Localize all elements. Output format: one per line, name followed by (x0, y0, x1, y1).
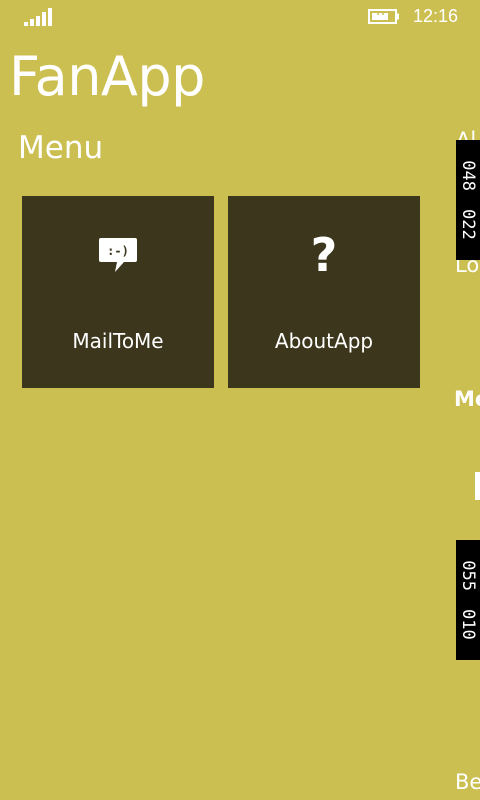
battery-charging-icon (368, 9, 399, 24)
svg-text::-): :-) (107, 244, 129, 258)
status-bar: 12:16 (0, 0, 480, 32)
smiley-chat-bubble-icon: :-) (22, 230, 214, 280)
about-app-tile[interactable]: ? AboutApp (228, 196, 420, 388)
edge-item-marker (475, 472, 480, 500)
mail-to-me-tile[interactable]: :-) MailToMe (22, 196, 214, 388)
ad-code: 055 (458, 560, 478, 591)
clock-time: 12:16 (413, 6, 459, 26)
ad-banner[interactable]: 055 010 (456, 540, 480, 660)
question-mark-icon: ? (310, 228, 338, 282)
ad-code: 010 (458, 609, 478, 640)
ad-banner[interactable]: 048 022 (456, 140, 480, 260)
ad-code: 048 (458, 160, 478, 191)
signal-strength-icon (24, 8, 52, 26)
ad-code: 022 (458, 209, 478, 240)
next-panorama-heading-peek[interactable]: Me (454, 387, 480, 411)
section-title: Menu (18, 130, 104, 166)
next-panorama-bottom-peek: Be (455, 770, 480, 794)
app-title: FanApp (9, 45, 205, 108)
about-app-label: AboutApp (274, 329, 374, 353)
mail-to-me-label: MailToMe (72, 329, 164, 353)
